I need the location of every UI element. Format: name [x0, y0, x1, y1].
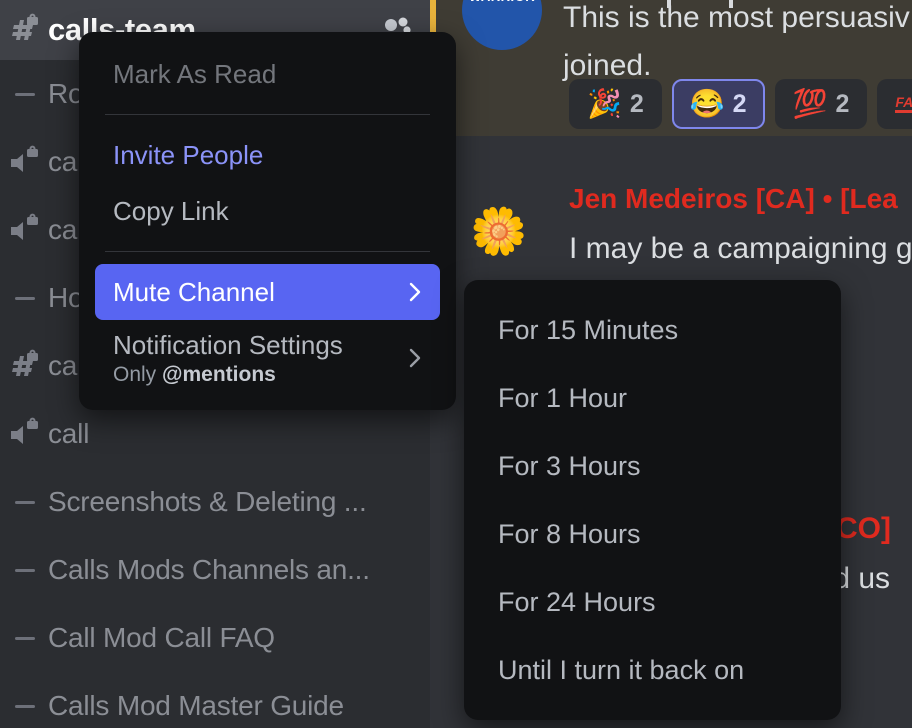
sidebar-item-screenshots-deleting[interactable]: Screenshots & Deleting ...	[0, 468, 430, 536]
sidebar-item-label: Calls Mods Channels an...	[48, 554, 370, 585]
submenu-item-for-24-hours[interactable]: For 24 Hours	[480, 568, 825, 636]
menu-item-label: Copy Link	[113, 195, 229, 226]
submenu-item-label: For 24 Hours	[498, 586, 656, 617]
menu-item-subtitle-value: @mentions	[162, 362, 276, 386]
submenu-item-label: For 8 Hours	[498, 518, 641, 549]
submenu-item-label: For 3 Hours	[498, 450, 641, 481]
collapse-dash-icon	[2, 275, 48, 321]
avatar[interactable]: 🌼	[460, 198, 538, 264]
collapse-dash-icon	[2, 615, 48, 661]
menu-item-label: Mute Channel	[113, 276, 275, 307]
reaction-count: 2	[732, 89, 747, 118]
collapse-dash-icon	[2, 683, 48, 728]
menu-separator	[105, 114, 430, 115]
pinned-message-text: This is the most persuasiv joined.	[563, 0, 912, 90]
submenu-item-for-1-hour[interactable]: For 1 Hour	[480, 364, 825, 432]
channel-context-menu: Mark As Read Invite People Copy Link Mut…	[79, 32, 456, 410]
menu-item-notification-settings[interactable]: Notification Settings Only @mentions	[95, 320, 440, 396]
sidebar-item-label: Screenshots & Deleting ...	[48, 486, 367, 517]
app-root: calls-team Rol call call How call call S…	[0, 0, 912, 728]
reaction-count: 2	[629, 89, 644, 118]
message-text: I may be a campaigning g	[569, 232, 912, 265]
sidebar-item-label: Calls Mod Master Guide	[48, 690, 344, 721]
voice-lock-icon	[2, 207, 48, 253]
menu-item-mark-as-read[interactable]: Mark As Read	[95, 46, 440, 102]
menu-separator	[105, 251, 430, 252]
avatar-label: WARRIOR	[469, 0, 535, 50]
mute-channel-submenu: For 15 Minutes For 1 Hour For 3 Hours Fo…	[464, 280, 841, 720]
joy-emoji: 😂	[689, 88, 725, 119]
submenu-item-for-15-minutes[interactable]: For 15 Minutes	[480, 296, 825, 364]
reaction-chip[interactable]: FACTS	[877, 79, 912, 129]
menu-item-mute-channel[interactable]: Mute Channel	[95, 264, 440, 320]
menu-item-label: Notification Settings	[113, 329, 343, 360]
menu-item-subtitle: Only @mentions	[113, 363, 276, 387]
submenu-item-label: Until I turn it back on	[498, 654, 745, 685]
voice-lock-icon	[2, 139, 48, 185]
submenu-item-for-8-hours[interactable]: For 8 Hours	[480, 500, 825, 568]
reaction-chip[interactable]: 😂 2	[671, 79, 765, 129]
submenu-resize-handle[interactable]	[667, 0, 777, 8]
menu-item-copy-link[interactable]: Copy Link	[95, 183, 440, 239]
submenu-item-for-3-hours[interactable]: For 3 Hours	[480, 432, 825, 500]
sidebar-item-label: Call Mod Call FAQ	[48, 622, 275, 653]
menu-item-invite-people[interactable]: Invite People	[95, 127, 440, 183]
sidebar-item-calls-mods-channels[interactable]: Calls Mods Channels an...	[0, 536, 430, 604]
collapse-dash-icon	[2, 479, 48, 525]
collapse-dash-icon	[2, 547, 48, 593]
submenu-item-label: For 15 Minutes	[498, 314, 679, 345]
hash-lock-icon	[2, 343, 48, 389]
hundred-points-emoji: 💯	[792, 88, 828, 119]
submenu-item-label: For 1 Hour	[498, 382, 628, 413]
reaction-chip[interactable]: 🎉 2	[569, 79, 662, 129]
sidebar-item-voice-3[interactable]: call	[0, 400, 430, 468]
menu-item-label: Mark As Read	[113, 58, 277, 89]
collapse-dash-icon	[2, 71, 48, 117]
party-popper-emoji: 🎉	[587, 88, 622, 119]
reaction-bar: 🎉 2 😂 2 💯 2 FACTS	[569, 79, 912, 129]
menu-item-subtitle-prefix: Only	[113, 362, 163, 386]
reaction-chip[interactable]: 💯 2	[774, 79, 868, 129]
message-author[interactable]: Jen Medeiros [CA] • [Lea	[569, 183, 898, 215]
sidebar-item-calls-mod-master-guide[interactable]: Calls Mod Master Guide	[0, 672, 430, 728]
hash-lock-icon	[2, 7, 48, 53]
menu-item-label: Invite People	[113, 139, 264, 170]
sidebar-item-call-mod-call-faq[interactable]: Call Mod Call FAQ	[0, 604, 430, 672]
voice-lock-icon	[2, 411, 48, 457]
reaction-count: 2	[835, 89, 850, 118]
chevron-right-icon	[404, 347, 426, 369]
submenu-item-until-i-turn-it-back-on[interactable]: Until I turn it back on	[480, 636, 825, 704]
chevron-right-icon	[404, 281, 426, 303]
sidebar-item-label: call	[48, 418, 90, 449]
facts-emoji: FACTS	[895, 95, 912, 113]
